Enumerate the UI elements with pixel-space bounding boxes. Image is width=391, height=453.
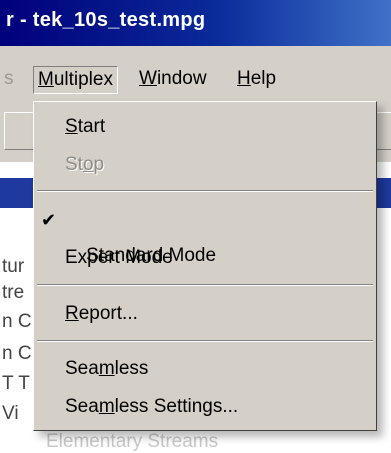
menu-standard-mode[interactable]: ✔ Standard Mode <box>34 202 376 266</box>
menu-stop-pre: St <box>65 154 83 175</box>
tree-row: tre <box>2 282 25 303</box>
menu-help-mnemonic: H <box>237 68 251 89</box>
menu-stop-mnemonic: o <box>82 154 94 175</box>
menu-stop-post: p <box>93 154 105 175</box>
menu-window[interactable]: Window <box>135 66 211 94</box>
tree-row: Elementary Streams <box>46 431 219 452</box>
toolbar-button[interactable] <box>4 112 36 150</box>
menu-separator <box>37 284 373 286</box>
menu-window-mnemonic: W <box>139 68 157 89</box>
tree-row: n C <box>2 343 32 364</box>
tree-row: n C <box>2 311 32 332</box>
menu-start-post: tart <box>77 116 106 137</box>
window-title: r - tek_10s_test.mpg <box>6 9 206 31</box>
menu-separator <box>37 340 373 342</box>
tree-row: tur <box>2 256 25 277</box>
menu-start-mnemonic: S <box>65 116 78 137</box>
menu-seamless-settings-post: less Settings... <box>114 396 239 417</box>
menu-window-rest: indow <box>156 68 207 89</box>
menu-stop: Stop <box>34 147 376 183</box>
menu-seamless-settings-mnemonic: m <box>98 396 115 417</box>
menu-seamless-post: less <box>114 358 149 379</box>
menu-item-faded: s <box>4 68 14 89</box>
tree-row: T T <box>2 373 30 394</box>
menu-report[interactable]: Report... <box>34 296 376 332</box>
menu-help-rest: elp <box>250 68 277 89</box>
menu-bar: s Multiplex Window Help <box>0 46 391 102</box>
menu-report-mnemonic: R <box>65 303 79 324</box>
window-title-bar: r - tek_10s_test.mpg <box>0 0 391 46</box>
menu-separator <box>37 190 373 192</box>
tree-row: Vi <box>2 403 19 424</box>
menu-report-post: eport... <box>78 303 138 324</box>
menu-multiplex[interactable]: Multiplex <box>33 66 118 94</box>
menu-expert-mode-label: Expert Mode <box>65 247 173 268</box>
menu-multiplex-mnemonic: M <box>38 69 54 90</box>
checkmark-icon: ✔ <box>41 210 57 230</box>
menu-start[interactable]: Start <box>34 109 376 145</box>
menu-seamless-pre: Sea <box>65 358 99 379</box>
menu-seamless-settings[interactable]: Seamless Settings... <box>34 389 376 425</box>
menu-seamless-settings-pre: Sea <box>65 396 99 417</box>
menu-multiplex-rest: ultiplex <box>53 69 113 90</box>
menu-seamless[interactable]: Seamless <box>34 351 376 387</box>
menu-seamless-mnemonic: m <box>98 358 115 379</box>
multiplex-dropdown-menu: Start Stop ✔ Standard Mode Expert Mode Re… <box>33 101 377 431</box>
menu-help[interactable]: Help <box>233 66 280 94</box>
menu-expert-mode[interactable]: Expert Mode <box>34 240 376 276</box>
